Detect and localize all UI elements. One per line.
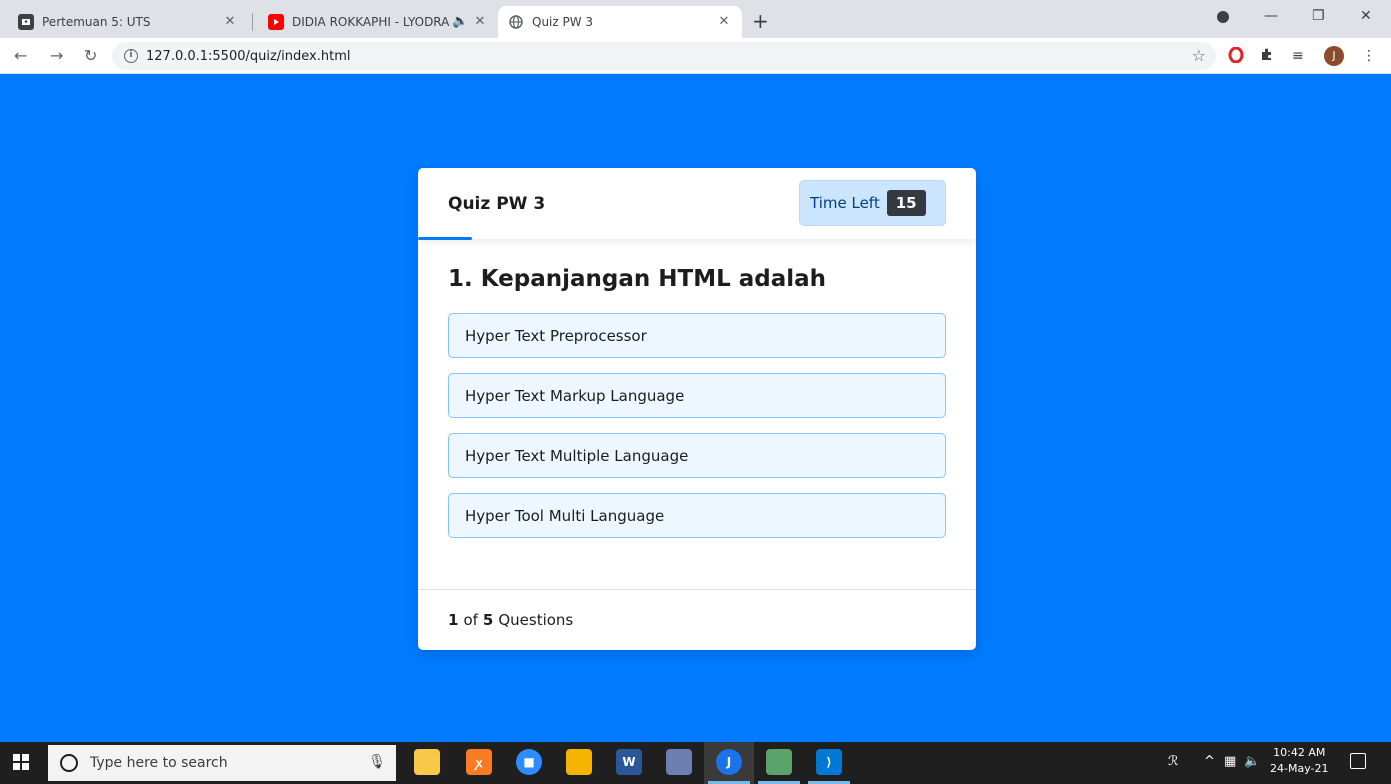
option-3[interactable]: Hyper Text Multiple Language <box>448 433 946 478</box>
vscode-icon[interactable]: ⟩ <box>816 749 842 775</box>
tab-title: Quiz PW 3 <box>532 15 594 29</box>
browser-toolbar: ← → ↻ i 127.0.0.1:5500/quiz/index.html ☆… <box>0 38 1391 74</box>
extensions-icon[interactable] <box>1260 47 1274 66</box>
clock-time: 10:42 AM <box>1273 746 1326 759</box>
close-icon[interactable]: ✕ <box>716 14 732 30</box>
question-counter: 1 of 5 Questions <box>418 589 976 650</box>
reading-list-icon[interactable]: ≡ <box>1292 47 1304 65</box>
profile-avatar[interactable]: J <box>1324 46 1344 66</box>
of-text: of <box>463 611 478 629</box>
option-4[interactable]: Hyper Tool Multi Language <box>448 493 946 538</box>
menu-icon[interactable]: ⋮ <box>1362 47 1376 65</box>
notification-icon[interactable] <box>1350 753 1366 769</box>
questions-suffix: Questions <box>498 611 574 629</box>
total-questions: 5 <box>482 611 494 629</box>
time-progress-bar <box>418 237 472 240</box>
speaker-icon[interactable]: 🔈 <box>452 14 468 30</box>
media-icon[interactable] <box>1216 10 1230 28</box>
info-icon[interactable]: i <box>124 49 138 63</box>
quiz-header: Quiz PW 3 Time Left 15 <box>418 168 976 240</box>
new-tab-icon[interactable]: + <box>752 11 769 31</box>
windows-start-icon[interactable] <box>13 754 29 770</box>
question-text: 1. Kepanjangan HTML adalah <box>448 266 827 292</box>
sticky-notes-icon[interactable] <box>414 749 440 775</box>
star-icon[interactable]: ☆ <box>1192 46 1206 65</box>
current-question: 1 <box>448 611 459 629</box>
close-icon[interactable]: ✕ <box>472 14 488 30</box>
tab-youtube[interactable]: DIDIA ROKKAPHI - LYODRA ( 🔈 ✕ <box>258 6 498 38</box>
chrome-icon[interactable]: J <box>716 749 742 775</box>
word-icon[interactable]: W <box>616 749 642 775</box>
tab-pertemuan[interactable]: Pertemuan 5: UTS ✕ <box>8 6 248 38</box>
paint-icon[interactable] <box>666 749 692 775</box>
network-icon[interactable]: ▦ <box>1224 754 1236 769</box>
tray-expand-icon[interactable]: ^ <box>1204 754 1215 769</box>
system-clock[interactable]: 10:42 AM 24-May-21 <box>1270 745 1328 777</box>
timer-value: 15 <box>886 190 926 216</box>
youtube-icon <box>268 14 284 30</box>
timer-box: Time Left 15 <box>799 180 946 226</box>
microphone-icon[interactable]: 🎙 <box>368 754 386 770</box>
cortana-icon <box>60 754 78 772</box>
search-placeholder: Type here to search <box>90 755 228 771</box>
minimize-icon[interactable]: — <box>1264 8 1278 24</box>
restore-icon[interactable]: ❐ <box>1312 8 1325 24</box>
reload-icon[interactable]: ↻ <box>84 47 97 65</box>
option-1[interactable]: Hyper Text Preprocessor <box>448 313 946 358</box>
xampp-icon[interactable]: ꭗ <box>466 749 492 775</box>
zoom-icon[interactable]: ■ <box>516 749 542 775</box>
tab-title: DIDIA ROKKAPHI - LYODRA ( <box>292 15 452 29</box>
tab-title: Pertemuan 5: UTS <box>42 15 151 29</box>
quiz-body: 1. Kepanjangan HTML adalah Hyper Text Pr… <box>448 266 946 553</box>
volume-icon[interactable]: 🔈 <box>1244 754 1260 769</box>
close-window-icon[interactable]: ✕ <box>1360 8 1372 24</box>
quiz-title: Quiz PW 3 <box>448 194 546 214</box>
classroom-icon <box>18 14 34 30</box>
option-2[interactable]: Hyper Text Markup Language <box>448 373 946 418</box>
tab-separator <box>252 13 253 31</box>
windows-taskbar: Type here to search 🎙 ꭗ ■ W J ⟩ ℛ ^ ▦ 🔈 … <box>0 742 1391 784</box>
url-text: 127.0.0.1:5500/quiz/index.html <box>146 48 351 64</box>
opera-icon[interactable] <box>1228 46 1244 68</box>
timer-label: Time Left <box>810 194 880 212</box>
globe-icon <box>508 14 524 30</box>
back-icon[interactable]: ← <box>14 47 27 65</box>
quiz-card: Quiz PW 3 Time Left 15 1. Kepanjangan HT… <box>418 168 976 650</box>
taskbar-search[interactable]: Type here to search 🎙 <box>48 745 396 781</box>
clock-date: 24-May-21 <box>1270 762 1329 775</box>
people-icon[interactable]: ℛ <box>1168 754 1178 769</box>
forward-icon[interactable]: → <box>50 47 63 65</box>
virtualbox-icon[interactable] <box>766 749 792 775</box>
address-bar[interactable]: i 127.0.0.1:5500/quiz/index.html ☆ <box>112 42 1216 70</box>
avatar: J <box>1324 46 1344 66</box>
file-explorer-icon[interactable] <box>566 749 592 775</box>
tab-quiz[interactable]: Quiz PW 3 ✕ <box>498 6 742 38</box>
browser-tab-bar: Pertemuan 5: UTS ✕ DIDIA ROKKAPHI - LYOD… <box>0 0 1391 38</box>
close-icon[interactable]: ✕ <box>222 14 238 30</box>
